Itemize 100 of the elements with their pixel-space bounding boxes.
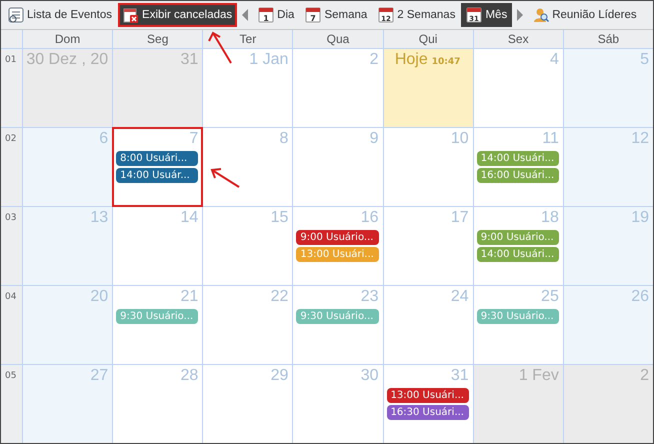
day-number: 27 xyxy=(90,367,108,385)
day-cell[interactable]: 23 9:30 Usuário... xyxy=(293,286,383,364)
day-cell[interactable]: 1 Jan xyxy=(203,49,292,127)
day-cell[interactable]: 18 9:00 Usuário... 14:00 Usuári... xyxy=(474,207,563,285)
toolbar-button[interactable]: Lista de Eventos xyxy=(3,3,118,27)
week-number: 04 xyxy=(1,286,22,364)
day-number: 5 xyxy=(640,51,649,69)
day-number: 11 xyxy=(542,130,559,148)
weekday-header: Qua xyxy=(293,30,383,48)
event-chip[interactable]: 14:00 Usuár... xyxy=(116,168,198,183)
toolbar-button[interactable]: Reunião Líderes xyxy=(528,3,642,27)
day-number: 4 xyxy=(550,51,559,69)
day-number: 31 xyxy=(180,51,198,69)
event-chip[interactable]: 16:00 Usuári... xyxy=(476,168,559,183)
day-cell[interactable]: 21 9:30 Usuário... xyxy=(113,286,202,364)
day-cell[interactable]: 11 14:00 Usuári... 16:00 Usuári... xyxy=(474,128,563,206)
day-cell[interactable]: 2 xyxy=(293,49,383,127)
day-number: 16 xyxy=(360,209,379,227)
day-cell[interactable]: 30 xyxy=(293,365,383,443)
day-cell[interactable]: 20 xyxy=(23,286,112,364)
day-number: Hoje xyxy=(394,51,428,69)
day-number: 23 xyxy=(360,288,379,306)
day-cell[interactable]: 8 xyxy=(203,128,292,206)
day-number: 2 xyxy=(640,367,649,385)
calendar-cancel-icon xyxy=(123,7,140,23)
event-chip[interactable]: 13:00 Usuári... xyxy=(296,247,379,262)
weekday-header: Qui xyxy=(384,30,473,48)
day-cell[interactable]: 29 xyxy=(203,365,292,443)
day-number: 2 xyxy=(370,51,379,69)
day-number: 20 xyxy=(90,288,108,306)
day-cell[interactable]: 19 xyxy=(564,207,653,285)
event-chip[interactable]: 9:00 Usuário... xyxy=(296,230,379,245)
day-cell[interactable]: 24 xyxy=(384,286,473,364)
week-number: 02 xyxy=(1,128,22,206)
toolbar-button[interactable]: Exibir canceladas xyxy=(118,3,238,27)
day-number: 10 xyxy=(450,130,469,148)
event-chip[interactable]: 9:30 Usuário... xyxy=(296,309,379,324)
day-cell[interactable]: 1 Fev xyxy=(474,365,563,443)
day-number: 25 xyxy=(541,288,559,306)
day-cell[interactable]: 25 9:30 Usuário... xyxy=(474,286,563,364)
event-chip[interactable]: 9:30 Usuário... xyxy=(476,309,559,324)
weekday-header: Seg xyxy=(113,30,202,48)
day-number: 18 xyxy=(541,209,559,227)
day-cell[interactable]: 5 xyxy=(564,49,653,127)
day-number: 29 xyxy=(270,367,288,385)
calendar-icon: 7 xyxy=(305,7,322,23)
day-cell[interactable]: Hoje 10:47 xyxy=(384,49,473,127)
day-number: 19 xyxy=(631,209,649,227)
weekday-header: Sex xyxy=(474,30,563,48)
day-number: 9 xyxy=(370,130,379,148)
day-cell[interactable]: 30 Dez , 20 xyxy=(23,49,112,127)
event-chip[interactable]: 8:00 Usuári... xyxy=(116,151,198,166)
day-number: 21 xyxy=(180,288,198,306)
day-cell[interactable]: 15 xyxy=(203,207,292,285)
toolbar-button[interactable]: 7 Semana xyxy=(300,3,372,27)
day-cell[interactable]: 27 xyxy=(23,365,112,443)
day-cell[interactable]: 10 xyxy=(384,128,473,206)
day-number: 31 xyxy=(450,367,469,385)
day-cell[interactable]: 28 xyxy=(113,365,202,443)
day-number: 14 xyxy=(180,209,198,227)
day-cell[interactable]: 31 13:00 Usuári... 16:30 Usuári... xyxy=(384,365,473,443)
event-chip[interactable]: 14:00 Usuári... xyxy=(476,247,559,262)
day-number: 24 xyxy=(450,288,469,306)
weekday-header: Ter xyxy=(203,30,292,48)
event-chip[interactable]: 14:00 Usuári... xyxy=(476,151,559,166)
next-icon[interactable] xyxy=(515,7,526,23)
day-number: 22 xyxy=(270,288,288,306)
day-cell[interactable]: 13 xyxy=(23,207,112,285)
day-cell[interactable]: 16 9:00 Usuário... 13:00 Usuári... xyxy=(293,207,383,285)
week-number: 03 xyxy=(1,207,22,285)
day-number: 13 xyxy=(90,209,108,227)
week-number: 01 xyxy=(1,49,22,127)
previous-icon[interactable] xyxy=(240,7,250,23)
day-number: 6 xyxy=(99,130,108,148)
event-chip[interactable]: 9:00 Usuário... xyxy=(476,230,559,245)
day-cell[interactable]: 26 xyxy=(564,286,653,364)
day-number: 30 xyxy=(360,367,379,385)
day-number: 28 xyxy=(180,367,198,385)
day-cell[interactable]: 31 xyxy=(113,49,202,127)
day-cell[interactable]: 2 xyxy=(564,365,653,443)
day-cell[interactable]: 7 8:00 Usuári... 14:00 Usuár... xyxy=(113,128,202,206)
day-number: 30 Dez , 20 xyxy=(26,51,108,69)
day-cell[interactable]: 22 xyxy=(203,286,292,364)
day-cell[interactable]: 17 xyxy=(384,207,473,285)
day-number: 17 xyxy=(450,209,469,227)
day-number: 12 xyxy=(631,130,649,148)
weekday-header: Sáb xyxy=(564,30,653,48)
event-chip[interactable]: 16:30 Usuári... xyxy=(386,405,469,420)
day-number: 8 xyxy=(280,130,288,148)
day-cell[interactable]: 4 xyxy=(474,49,563,127)
day-cell[interactable]: 14 xyxy=(113,207,202,285)
day-cell[interactable]: 9 xyxy=(293,128,383,206)
toolbar-button[interactable]: 1 Dia xyxy=(253,3,300,27)
event-chip[interactable]: 13:00 Usuári... xyxy=(386,388,469,403)
day-cell[interactable]: 12 xyxy=(564,128,653,206)
user-search-icon xyxy=(533,7,550,23)
event-chip[interactable]: 9:30 Usuário... xyxy=(116,309,198,324)
current-time: 10:47 xyxy=(432,57,460,67)
day-cell[interactable]: 6 xyxy=(23,128,112,206)
day-number: 7 xyxy=(189,130,198,148)
